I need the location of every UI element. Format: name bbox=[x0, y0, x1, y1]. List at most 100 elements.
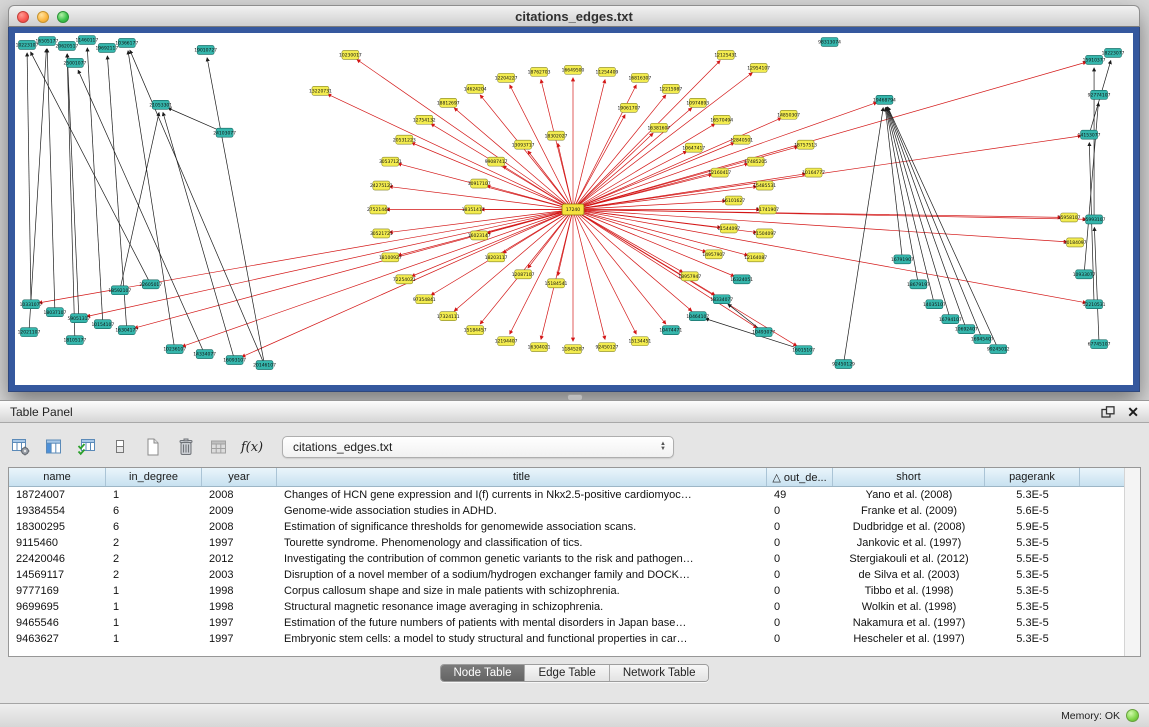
citation-edge-black[interactable] bbox=[47, 49, 55, 312]
column-header-2[interactable]: year bbox=[202, 468, 277, 486]
citation-edge-black[interactable] bbox=[87, 48, 103, 324]
citation-edge-black[interactable] bbox=[1094, 227, 1099, 344]
delete-columns-button[interactable] bbox=[173, 434, 199, 460]
table-cell: Tibbo et al. (1998) bbox=[833, 585, 985, 597]
citation-edge-red[interactable] bbox=[328, 94, 573, 209]
column-header-5[interactable]: short bbox=[833, 468, 985, 486]
apply-style-button[interactable] bbox=[74, 434, 100, 460]
select-columns-button[interactable] bbox=[41, 434, 67, 460]
tab-node-table[interactable]: Node Table bbox=[441, 665, 525, 681]
citation-edge-red[interactable] bbox=[573, 209, 683, 272]
function-builder-button[interactable]: f(x) bbox=[239, 434, 265, 460]
table-cell: Embryonic stem cells: a model to study s… bbox=[277, 633, 767, 645]
minimize-window-icon[interactable] bbox=[37, 11, 49, 23]
tab-edge-table[interactable]: Edge Table bbox=[524, 665, 608, 681]
citation-edge-red[interactable] bbox=[573, 201, 726, 210]
citation-edge-red[interactable] bbox=[135, 209, 573, 328]
citation-edge-black[interactable] bbox=[886, 108, 934, 305]
table-cell: 1 bbox=[106, 633, 202, 645]
citation-edge-black[interactable] bbox=[888, 107, 998, 349]
graph-node-label: 20531223 bbox=[393, 137, 416, 143]
graph-node-label: 92774107 bbox=[1088, 92, 1111, 98]
table-cell: Franke et al. (2009) bbox=[833, 505, 985, 517]
table-row[interactable]: 1830029562008Estimation of significance … bbox=[9, 519, 1140, 535]
network-table-select[interactable]: citations_edges.txt ▲▼ bbox=[282, 436, 674, 458]
citation-edge-red[interactable] bbox=[87, 209, 573, 316]
table-row[interactable]: 977716911998Corpus callosum shape and si… bbox=[9, 583, 1140, 599]
graph-node-label: 15910377 bbox=[1083, 58, 1106, 64]
table-settings-button[interactable] bbox=[8, 434, 34, 460]
table-row[interactable]: 1872400712008Changes of HCN gene express… bbox=[9, 487, 1140, 503]
graph-node-label: 21053301 bbox=[149, 102, 172, 108]
table-row[interactable]: 969969511998Structural magnetic resonanc… bbox=[9, 599, 1140, 615]
citation-edge-red[interactable] bbox=[573, 61, 720, 210]
citation-edge-red[interactable] bbox=[573, 136, 1081, 210]
table-row[interactable]: 946362711997Embryonic stem cells: a mode… bbox=[9, 631, 1140, 647]
citation-edge-black[interactable] bbox=[887, 107, 966, 329]
table-cell: Changes of HCN gene expression and I(f) … bbox=[277, 489, 767, 501]
table-scrollbar[interactable] bbox=[1124, 468, 1140, 656]
citation-edge-red[interactable] bbox=[503, 209, 573, 253]
graph-node-label: 11460117 bbox=[75, 38, 98, 44]
citation-edge-black[interactable] bbox=[29, 49, 46, 332]
graph-node-label: 14624204 bbox=[464, 86, 487, 92]
column-header-3[interactable]: title bbox=[277, 468, 767, 486]
table-row[interactable]: 1456911722003Disruption of a novel membe… bbox=[9, 567, 1140, 583]
import-table-button[interactable] bbox=[206, 434, 232, 460]
graph-node-label: 15184457 bbox=[464, 328, 487, 334]
graph-node-label: 14153077 bbox=[1078, 132, 1101, 138]
citation-edge-red[interactable] bbox=[573, 209, 706, 251]
table-row[interactable]: 911546021997Tourette syndrome. Phenomeno… bbox=[9, 535, 1140, 551]
citation-edge-black[interactable] bbox=[31, 52, 151, 284]
graph-node-label: 20146107 bbox=[253, 363, 276, 369]
citation-edge-black[interactable] bbox=[844, 108, 884, 364]
citation-edge-black[interactable] bbox=[130, 50, 265, 365]
citation-edge-black[interactable] bbox=[27, 53, 31, 304]
network-graph[interactable]: 1724011741907154855311748520512840501165… bbox=[15, 33, 1133, 385]
graph-node-label: 18679197 bbox=[907, 282, 930, 288]
table-panel-body: f(x) citations_edges.txt ▲▼ namein_degre… bbox=[0, 423, 1149, 682]
create-column-button[interactable] bbox=[140, 434, 166, 460]
float-panel-icon[interactable] bbox=[1101, 406, 1115, 418]
citation-edge-black[interactable] bbox=[120, 113, 159, 291]
graph-node-label: 27521441 bbox=[367, 207, 390, 213]
table-cell: 0 bbox=[767, 537, 833, 549]
citation-edge-black[interactable] bbox=[163, 112, 235, 360]
row-tools-button[interactable] bbox=[107, 434, 133, 460]
network-table-select-value: citations_edges.txt bbox=[289, 440, 659, 454]
column-header-1[interactable]: in_degree bbox=[106, 468, 202, 486]
citation-edge-black[interactable] bbox=[78, 70, 205, 354]
table-row[interactable]: 946554611997Estimation of the future num… bbox=[9, 615, 1140, 631]
close-panel-icon[interactable]: ✕ bbox=[1127, 406, 1139, 418]
graph-node-label: 18762703 bbox=[528, 69, 551, 75]
citation-edge-red[interactable] bbox=[573, 147, 798, 210]
citation-edge-red[interactable] bbox=[573, 73, 752, 210]
citation-edge-black[interactable] bbox=[128, 51, 175, 349]
graph-node-label: 98313074 bbox=[818, 40, 841, 46]
graph-node-label: 15993107 bbox=[1083, 217, 1106, 223]
tab-network-table[interactable]: Network Table bbox=[609, 665, 709, 681]
graph-node-label: 17324111 bbox=[437, 314, 460, 320]
table-row[interactable]: 2242004622012Investigating the contribut… bbox=[9, 551, 1140, 567]
column-header-6[interactable]: pagerank bbox=[985, 468, 1080, 486]
column-header-0[interactable]: name bbox=[9, 468, 106, 486]
citation-edge-red[interactable] bbox=[503, 166, 573, 210]
table-cell: 9465546 bbox=[9, 617, 106, 629]
network-window-titlebar[interactable]: citations_edges.txt bbox=[8, 5, 1140, 27]
table-cell: Stergiakouli et al. (2012) bbox=[833, 553, 985, 565]
node-table: namein_degreeyeartitle△ out_de...shortpa… bbox=[8, 467, 1141, 657]
citation-edge-red[interactable] bbox=[573, 115, 625, 210]
graph-node-label: 16570494 bbox=[710, 117, 733, 123]
close-window-icon[interactable] bbox=[17, 11, 29, 23]
column-header-4[interactable]: △ out_de... bbox=[767, 468, 833, 486]
citation-edge-black[interactable] bbox=[207, 58, 264, 365]
table-cell: Structural magnetic resonance image aver… bbox=[277, 601, 767, 613]
graph-node-label: 15958107 bbox=[1058, 215, 1081, 221]
table-row[interactable]: 1938455462009Genome-wide association stu… bbox=[9, 503, 1140, 519]
table-cell: 5.9E-5 bbox=[985, 521, 1080, 533]
table-toolbar: f(x) citations_edges.txt ▲▼ bbox=[8, 431, 1141, 463]
zoom-window-icon[interactable] bbox=[57, 11, 69, 23]
graph-node-label: 10933077 bbox=[1073, 272, 1096, 278]
citation-edge-red[interactable] bbox=[573, 209, 636, 334]
network-canvas[interactable]: 1724011741907154855311748520512840501165… bbox=[15, 33, 1133, 385]
